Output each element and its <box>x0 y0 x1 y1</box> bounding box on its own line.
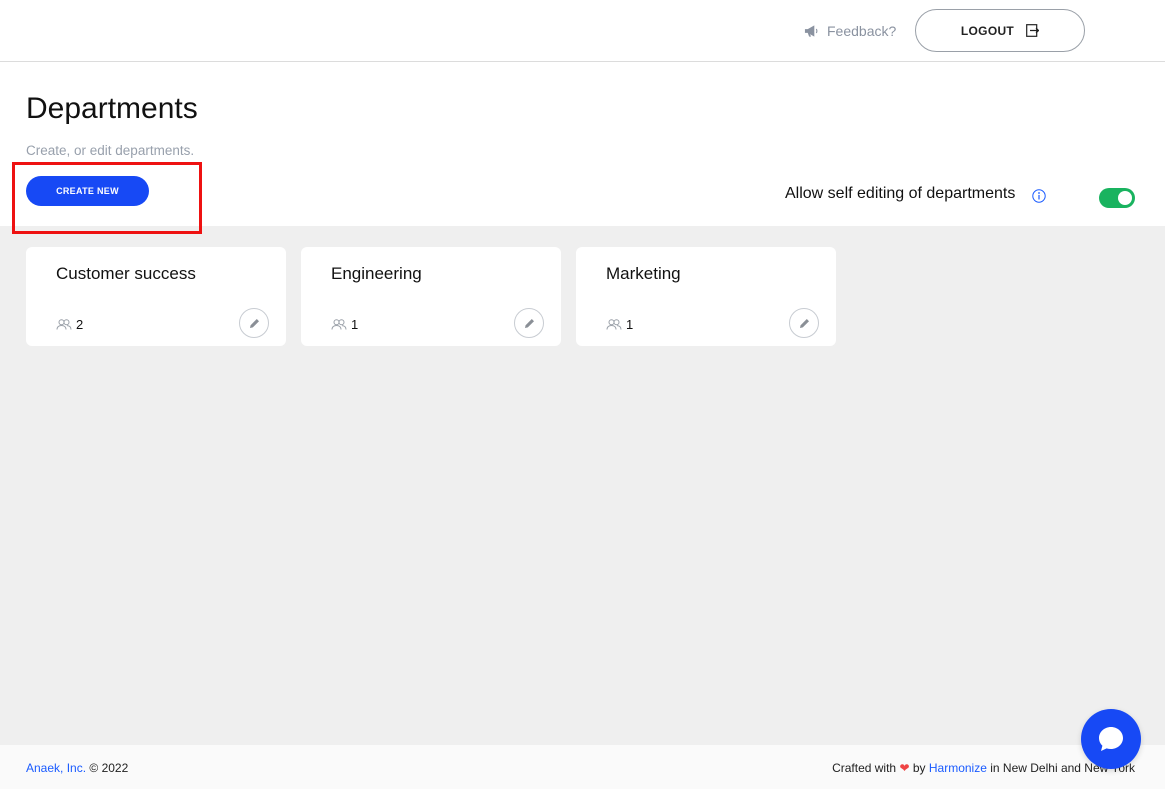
self-edit-label: Allow self editing of departments <box>785 185 1016 202</box>
footer-copyright: Anaek, Inc. © 2022 <box>26 761 128 775</box>
member-count: 1 <box>606 317 633 332</box>
edit-department-button[interactable] <box>789 308 819 338</box>
pencil-icon <box>799 318 809 328</box>
page-title: Departments <box>26 92 198 125</box>
footer-credits: Crafted with ❤ by Harmonize in New Delhi… <box>832 761 1135 775</box>
users-icon <box>56 319 72 330</box>
department-name: Marketing <box>606 264 681 283</box>
top-bar: Feedback? LOGOUT <box>0 0 1165 62</box>
member-count: 1 <box>331 317 358 332</box>
member-count-value: 2 <box>76 317 84 332</box>
department-name: Engineering <box>331 264 422 283</box>
users-icon <box>331 319 347 330</box>
logout-icon <box>1026 24 1040 37</box>
member-count-value: 1 <box>351 317 359 332</box>
department-card[interactable]: Customer success 2 <box>26 247 286 346</box>
member-count: 2 <box>56 317 83 332</box>
pencil-icon <box>524 318 534 328</box>
page-subtitle: Create, or edit departments. <box>26 143 195 158</box>
brand-link[interactable]: Harmonize <box>929 761 987 775</box>
create-new-button[interactable]: CREATE NEW <box>26 176 149 206</box>
page-header: Departments Create, or edit departments.… <box>0 62 1165 234</box>
footer: Anaek, Inc. © 2022 Crafted with ❤ by Har… <box>0 745 1165 789</box>
heart-icon: ❤ <box>899 761 910 775</box>
chat-launcher-button[interactable] <box>1081 709 1141 769</box>
toggle-knob <box>1118 191 1132 205</box>
self-edit-toggle[interactable] <box>1099 188 1135 208</box>
feedback-label: Feedback? <box>827 23 897 39</box>
edit-department-button[interactable] <box>514 308 544 338</box>
logout-label: LOGOUT <box>960 23 1015 38</box>
by-text: by <box>912 761 926 775</box>
info-icon[interactable] <box>1032 189 1046 203</box>
member-count-value: 1 <box>626 317 634 332</box>
logout-button[interactable]: LOGOUT <box>915 9 1085 52</box>
crafted-text: Crafted with <box>832 761 897 775</box>
department-card[interactable]: Marketing 1 <box>576 247 836 346</box>
department-name: Customer success <box>56 264 196 283</box>
company-link[interactable]: Anaek, Inc. <box>26 761 86 775</box>
edit-department-button[interactable] <box>239 308 269 338</box>
pencil-icon <box>249 318 259 328</box>
copyright-text: © 2022 <box>89 761 129 775</box>
users-icon <box>606 319 622 330</box>
megaphone-icon <box>804 25 818 37</box>
chat-bubble-icon <box>1099 727 1123 751</box>
department-card[interactable]: Engineering 1 <box>301 247 561 346</box>
feedback-link[interactable]: Feedback? <box>804 20 896 42</box>
